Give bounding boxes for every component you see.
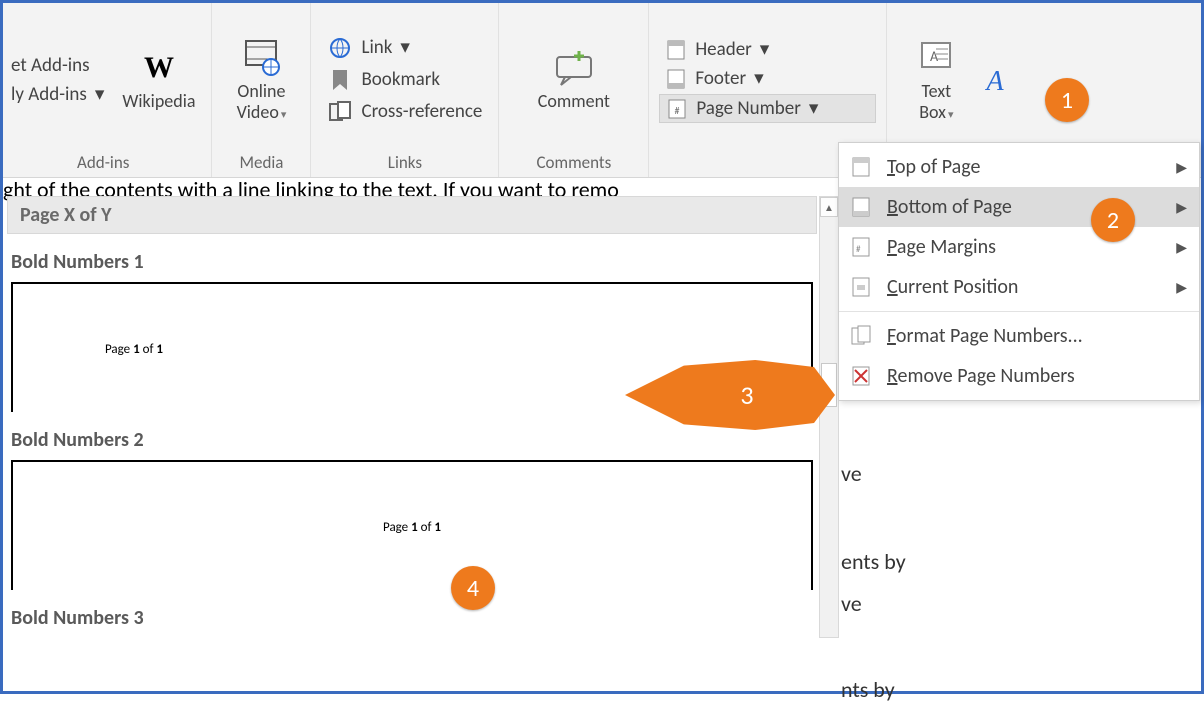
current-position-icon xyxy=(849,275,873,299)
bookmark-button[interactable]: Bookmark xyxy=(321,65,488,95)
menu-label: Remove Page Numbers xyxy=(887,364,1075,388)
wikipedia-icon: W xyxy=(139,47,179,87)
menu-item-bottom-of-page[interactable]: Bottom of Page ▶ xyxy=(839,187,1199,227)
remove-page-numbers-icon xyxy=(849,364,873,388)
quick-parts-button[interactable]: A xyxy=(981,60,1011,100)
menu-label: Format Page Numbers... xyxy=(887,324,1083,348)
document-text-fragment: nts by xyxy=(841,676,895,703)
submenu-arrow-icon: ▶ xyxy=(1176,279,1187,296)
ribbon-group-addins: et Add-ins ly Add-ins▾ W Wikipedia Add-i… xyxy=(3,3,212,177)
page-top-icon xyxy=(849,155,873,179)
cross-reference-icon xyxy=(327,99,353,125)
get-addins-button[interactable]: et Add-ins xyxy=(5,52,96,79)
group-label: Media xyxy=(239,152,283,175)
gallery-item-title: Bold Numbers 2 xyxy=(11,428,813,452)
page-bottom-icon xyxy=(849,195,873,219)
work-area: ght of the contents with a line linking … xyxy=(3,178,1201,691)
online-video-button[interactable]: Online Video▾ xyxy=(222,35,300,124)
submenu-arrow-icon: ▶ xyxy=(1176,159,1187,176)
menu-label: Page Margins xyxy=(887,235,996,259)
ribbon-group-comments: Comment Comments xyxy=(499,3,649,177)
page-number-icon: # xyxy=(666,98,688,120)
group-label: Comments xyxy=(536,152,611,175)
menu-label: Current Position xyxy=(887,275,1018,299)
wikipedia-button[interactable]: W Wikipedia xyxy=(116,45,201,114)
svg-text:#: # xyxy=(856,244,861,255)
ribbon-group-media: Online Video▾ Media xyxy=(212,3,311,177)
menu-separator xyxy=(839,311,1199,312)
page-margins-icon: # xyxy=(849,235,873,259)
menu-item-current-position[interactable]: Current Position ▶ xyxy=(839,267,1199,307)
ribbon-group-links: Link▾ Bookmark Cross-reference Links xyxy=(311,3,499,177)
page-number-button[interactable]: # Page Number▾ xyxy=(659,94,876,123)
group-label: Links xyxy=(388,152,422,175)
menu-label: Bottom of Page xyxy=(887,195,1012,219)
callout-badge-1: 1 xyxy=(1045,78,1089,122)
svg-text:#: # xyxy=(675,104,680,117)
svg-text:A: A xyxy=(930,48,939,65)
format-page-numbers-icon xyxy=(849,324,873,348)
menu-item-page-margins[interactable]: # Page Margins ▶ xyxy=(839,227,1199,267)
menu-item-top-of-page[interactable]: Top of Page ▶ xyxy=(839,147,1199,187)
group-label: Add-ins xyxy=(77,152,129,175)
menu-label: Top of Page xyxy=(887,155,980,179)
document-text-fragment: ve xyxy=(841,590,862,617)
header-icon xyxy=(665,39,687,61)
svg-text:W: W xyxy=(144,51,174,84)
text-box-button[interactable]: A Text Box▾ xyxy=(897,35,975,124)
document-text-fragment: ve xyxy=(841,460,862,487)
callout-badge-4: 4 xyxy=(451,566,495,610)
gallery-item-title: Bold Numbers 1 xyxy=(11,250,813,274)
link-button[interactable]: Link▾ xyxy=(321,33,488,63)
letter-a-icon: A xyxy=(981,60,1011,100)
scroll-up-button[interactable]: ▲ xyxy=(820,197,838,217)
gallery-item-bold-numbers-2[interactable]: Page 1 of 1 xyxy=(11,460,813,590)
gallery-item-title: Bold Numbers 3 xyxy=(11,606,813,630)
bookmark-icon xyxy=(327,67,353,93)
page-number-sample: Page 1 of 1 xyxy=(105,342,163,357)
gallery-section-header: Page X of Y xyxy=(7,196,817,234)
footer-icon xyxy=(665,68,687,90)
my-addins-button[interactable]: ly Add-ins▾ xyxy=(5,81,110,108)
header-button[interactable]: Header▾ xyxy=(659,36,876,63)
footer-button[interactable]: Footer▾ xyxy=(659,65,876,92)
menu-item-format-page-numbers[interactable]: Format Page Numbers... xyxy=(839,316,1199,356)
page-number-menu: Top of Page ▶ Bottom of Page ▶ # Page Ma… xyxy=(838,142,1200,401)
callout-badge-2: 2 xyxy=(1091,198,1135,242)
link-icon xyxy=(327,35,353,61)
comment-icon xyxy=(551,47,597,87)
svg-text:A: A xyxy=(985,66,1005,97)
text-box-icon: A xyxy=(916,37,956,77)
cross-reference-button[interactable]: Cross-reference xyxy=(321,97,488,127)
page-number-sample: Page 1 of 1 xyxy=(383,520,441,535)
submenu-arrow-icon: ▶ xyxy=(1176,239,1187,256)
menu-item-remove-page-numbers[interactable]: Remove Page Numbers xyxy=(839,356,1199,396)
film-globe-icon xyxy=(241,37,281,77)
document-text-fragment: ents by xyxy=(841,548,906,575)
submenu-arrow-icon: ▶ xyxy=(1176,199,1187,216)
group-label xyxy=(766,152,770,175)
gallery-scrollbar[interactable]: ▲ xyxy=(819,196,839,638)
comment-button[interactable]: Comment xyxy=(532,45,616,114)
